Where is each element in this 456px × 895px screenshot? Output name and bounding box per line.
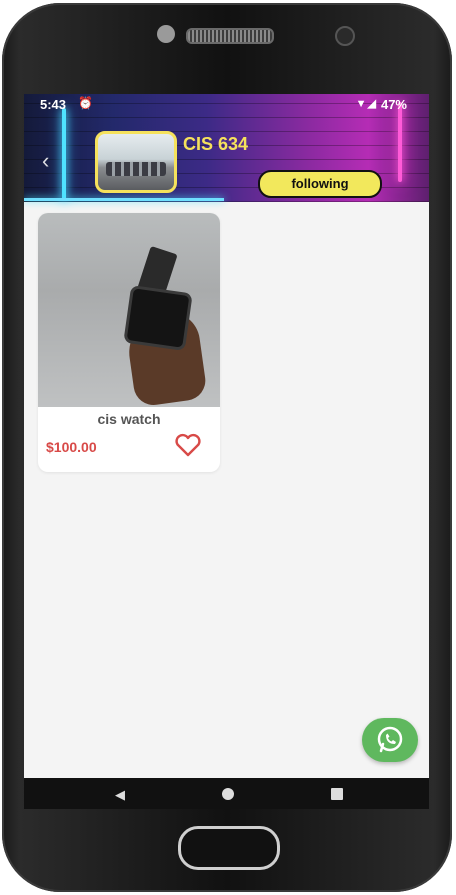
nav-recents-icon[interactable]	[331, 788, 343, 800]
status-time: 5:43	[40, 97, 67, 112]
app-screen: 5:43 ⏰ ▼◢ 47% ‹ CIS 634 following cis wa…	[24, 94, 429, 809]
front-camera	[157, 25, 175, 43]
signal-icon: ▼◢	[355, 98, 377, 110]
watch-face-shape	[123, 284, 193, 352]
product-price: $100.00	[46, 439, 97, 455]
whatsapp-icon	[377, 726, 403, 753]
store-title: CIS 634	[183, 134, 249, 154]
proximity-sensor	[335, 26, 355, 46]
back-button[interactable]: ‹	[42, 148, 49, 174]
whatsapp-button[interactable]	[362, 718, 418, 762]
product-card[interactable]: cis watch $100.00	[38, 213, 220, 472]
nav-home-icon[interactable]	[222, 788, 234, 800]
physical-home-button[interactable]	[178, 826, 280, 870]
store-avatar[interactable]	[95, 131, 177, 193]
nav-back-icon[interactable]: ◀	[115, 787, 125, 803]
neon-decoration-bottom	[24, 198, 224, 201]
store-header: 5:43 ⏰ ▼◢ 47% ‹ CIS 634 following	[24, 94, 429, 202]
avatar-photo-detail	[106, 162, 166, 176]
earpiece-speaker	[186, 28, 274, 44]
status-bar: 5:43 ⏰ ▼◢ 47%	[24, 94, 429, 116]
neon-decoration-left	[62, 108, 66, 200]
following-button[interactable]: following	[258, 170, 382, 198]
heart-icon[interactable]	[174, 433, 202, 457]
product-image[interactable]	[38, 213, 220, 408]
system-nav-bar: ◀	[24, 778, 429, 809]
alarm-icon: ⏰	[78, 96, 93, 110]
battery-percent: 47%	[380, 97, 407, 112]
product-name: cis watch	[97, 411, 161, 427]
